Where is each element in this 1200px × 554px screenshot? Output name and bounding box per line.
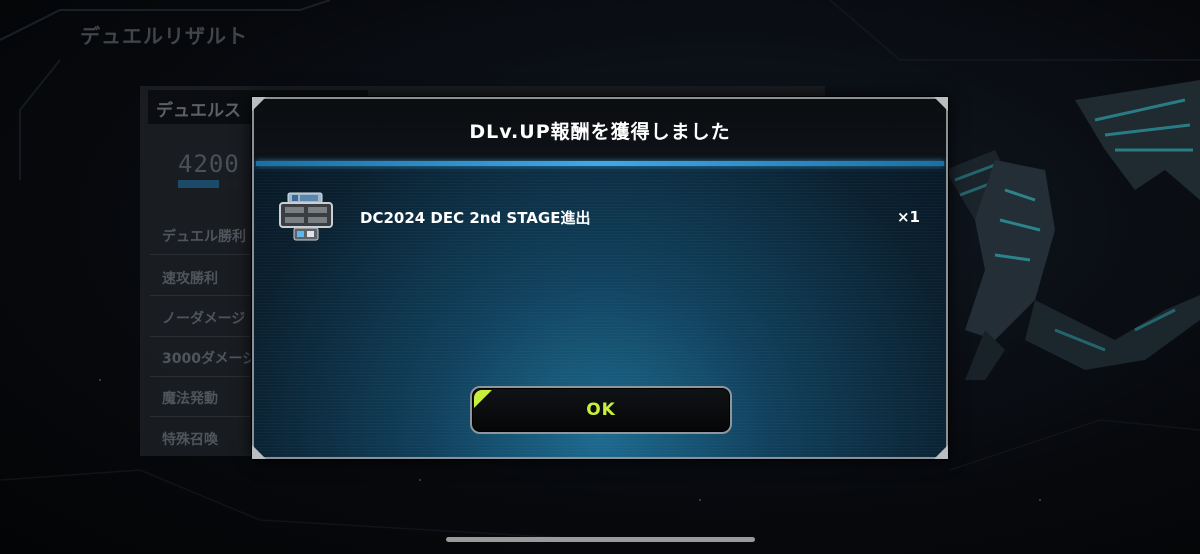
game-screen: デュエルリザルト デュエルス 4200 デュエル勝利 速攻勝利 ノーダメージ 3…: [0, 0, 1200, 554]
background-title: デュエルリザルト: [80, 24, 248, 48]
reward-quantity: ×1: [896, 208, 920, 226]
dialog-title: DLv.UP報酬を獲得しました: [469, 120, 731, 143]
row-divider: [150, 254, 250, 255]
button-accent: [474, 390, 492, 408]
row-divider: [150, 416, 250, 417]
ok-button-label: OK: [586, 400, 616, 420]
reward-dialog: DLv.UP報酬を獲得しました DC2024 DEC 2nd STAGE進出 ×…: [252, 97, 948, 459]
reward-label: DC2024 DEC 2nd STAGE進出: [360, 208, 591, 227]
background-row: 特殊召喚: [162, 432, 218, 448]
deck-case-icon: [278, 191, 334, 243]
ok-button[interactable]: OK: [470, 386, 732, 434]
background-score: 4200: [178, 150, 240, 178]
background-row: 3000ダメージ: [162, 351, 252, 367]
background-row: 速攻勝利: [162, 271, 218, 287]
row-divider: [150, 336, 250, 337]
dialog-corner: [252, 445, 266, 459]
background-row: ノーダメージ: [162, 311, 246, 327]
dragon-illustration: [945, 80, 1200, 380]
dialog-header: DLv.UP報酬を獲得しました: [254, 99, 946, 161]
background-row: デュエル勝利: [162, 229, 246, 245]
background-row: 魔法発動: [162, 391, 218, 407]
row-divider: [150, 295, 250, 296]
dialog-corner: [934, 445, 948, 459]
row-divider: [150, 376, 250, 377]
home-indicator[interactable]: [446, 537, 755, 542]
header-divider: [256, 161, 944, 166]
reward-item: DC2024 DEC 2nd STAGE進出 ×1: [278, 191, 926, 243]
background-gauge-fill: [178, 180, 219, 188]
